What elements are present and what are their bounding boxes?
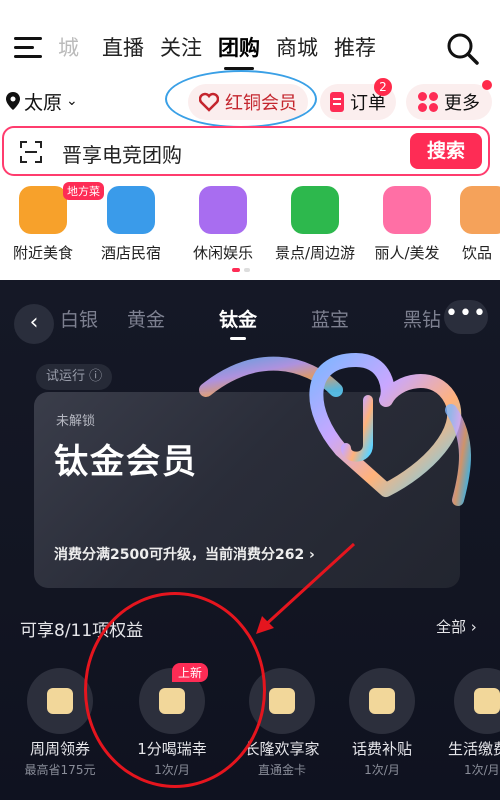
lock-status: 未解锁 xyxy=(56,414,96,429)
more-label: 更多 xyxy=(444,93,480,114)
red-arrow-annotation xyxy=(256,542,356,634)
fork-knife-icon: 地方菜 xyxy=(19,182,104,234)
category-label: 附近美食 xyxy=(12,244,73,262)
category-row: 地方菜 附近美食 酒店民宿 休闲娱乐 景点/周边游 丽人/美发 饮品 xyxy=(0,182,500,278)
search-button[interactable]: 搜索 xyxy=(410,133,482,169)
category-beauty[interactable]: 丽人/美发 xyxy=(362,186,452,263)
category-nearby-food[interactable]: 地方菜 附近美食 xyxy=(0,182,104,263)
heart-ribbon-graphic xyxy=(199,353,471,506)
pavilion-icon xyxy=(291,186,339,234)
category-scenic[interactable]: 景点/周边游 xyxy=(270,186,360,263)
category-entertainment[interactable]: 休闲娱乐 xyxy=(178,186,268,263)
chevron-left-icon: ‹ xyxy=(29,310,39,335)
grid-icon xyxy=(418,92,438,112)
lightning-icon xyxy=(454,668,500,734)
info-icon: ⓘ xyxy=(89,369,103,384)
card-title: 钛金会员 xyxy=(54,442,198,482)
location-pin-icon xyxy=(6,92,20,110)
category-label: 丽人/美发 xyxy=(374,244,440,262)
benefit-sub: 1次/月 xyxy=(464,763,500,777)
notification-dot xyxy=(482,80,492,90)
view-all-link[interactable]: 全部 › xyxy=(436,616,477,637)
entertainment-icon xyxy=(199,186,247,234)
drink-icon xyxy=(460,186,500,234)
chevron-down-icon: ⌄ xyxy=(66,93,78,109)
category-hotel[interactable]: 酒店民宿 xyxy=(86,186,176,263)
tab-follow[interactable]: 关注 xyxy=(152,34,210,66)
category-label: 景点/周边游 xyxy=(274,244,356,262)
beauty-icon xyxy=(383,186,431,234)
category-drinks[interactable]: 饮品 xyxy=(446,186,500,263)
page-indicator xyxy=(232,268,250,272)
category-label: 酒店民宿 xyxy=(100,244,161,262)
search-bar[interactable]: 晋享电竞团购 搜索 xyxy=(2,126,490,176)
more-options-button[interactable]: ••• xyxy=(444,300,488,334)
red-circle-annotation xyxy=(84,592,266,788)
tab-recommend[interactable]: 推荐 xyxy=(326,34,384,66)
blue-circle-annotation xyxy=(165,70,317,128)
benefit-sub: 最高省175元 xyxy=(24,763,96,777)
category-label: 饮品 xyxy=(462,244,493,262)
search-input[interactable]: 晋享电竞团购 xyxy=(62,139,182,168)
search-icon[interactable] xyxy=(446,32,480,66)
tab-mall[interactable]: 商城 xyxy=(268,34,326,66)
order-list-icon xyxy=(330,92,344,112)
tab-group-buy[interactable]: 团购 xyxy=(210,34,268,70)
tier-silver[interactable]: 白银 xyxy=(60,306,100,340)
hotel-icon xyxy=(107,186,155,234)
tab-live[interactable]: 直播 xyxy=(94,34,152,66)
back-button[interactable]: ‹ xyxy=(14,304,54,344)
phone-icon xyxy=(349,668,415,734)
nav-tabs: 城 直播 关注 团购 商城 推荐 xyxy=(58,34,384,70)
tab-mall-partial[interactable]: 城 xyxy=(58,34,94,66)
benefit-name: 生活缴费 xyxy=(448,740,500,758)
location-selector[interactable]: 太原 ⌄ xyxy=(6,88,78,114)
orders-button[interactable]: 订单 2 xyxy=(320,78,396,120)
menu-icon[interactable] xyxy=(14,33,44,61)
calendar-coupon-icon xyxy=(27,668,93,734)
orders-count-badge: 2 xyxy=(374,78,392,96)
city-label: 太原 xyxy=(24,91,63,114)
category-label: 休闲娱乐 xyxy=(192,244,253,262)
more-button[interactable]: 更多 xyxy=(406,80,492,120)
tier-gold[interactable]: 黄金 xyxy=(100,306,192,340)
scan-icon[interactable] xyxy=(20,141,42,163)
benefit-utility-payment[interactable]: 生活缴费 1次/月 xyxy=(424,668,500,778)
trial-badge[interactable]: 试运行 ⓘ xyxy=(36,364,113,390)
